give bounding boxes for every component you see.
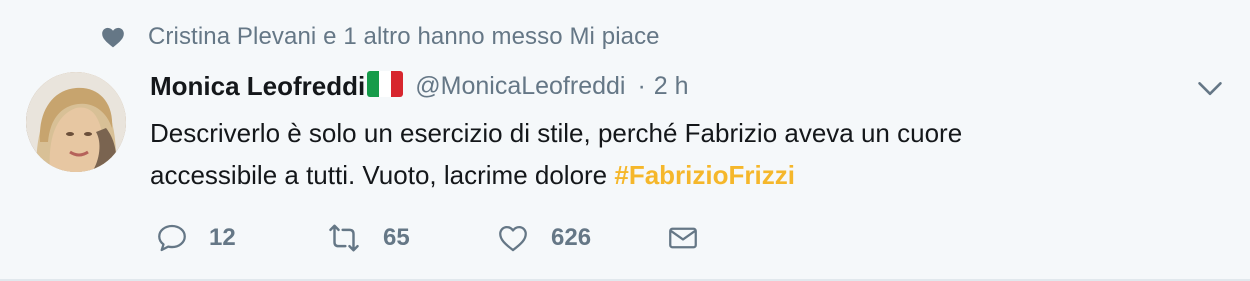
like-count: 626 bbox=[551, 224, 592, 251]
tweet-text-line-2: accessibile a tutti. Vuoto, lacrime dolo… bbox=[150, 154, 1190, 196]
social-context: Cristina Plevani e 1 altro hanno messo M… bbox=[100, 20, 660, 54]
italy-flag-icon bbox=[367, 71, 404, 97]
reply-button[interactable]: 12 bbox=[155, 221, 325, 255]
like-button[interactable]: 626 bbox=[495, 221, 665, 255]
envelope-icon bbox=[669, 227, 697, 249]
social-context-text[interactable]: Cristina Plevani e 1 altro hanno messo M… bbox=[148, 23, 660, 51]
avatar-image bbox=[26, 72, 126, 172]
chevron-down-icon[interactable] bbox=[1196, 74, 1224, 102]
tweet-text-line-2-body: accessibile a tutti. Vuoto, lacrime dolo… bbox=[150, 160, 615, 190]
tweet-time[interactable]: 2 h bbox=[654, 72, 689, 101]
separator-dot: · bbox=[637, 71, 646, 100]
tweet-actions: 12 65 626 bbox=[155, 216, 701, 260]
tweet-header: Monica Leofreddi @MonicaLeofreddi · 2 h bbox=[150, 66, 689, 106]
tweet-text-line-1: Descriverlo è solo un esercizio di stile… bbox=[150, 118, 963, 148]
reply-count: 12 bbox=[209, 224, 236, 251]
retweet-icon bbox=[329, 224, 359, 252]
hashtag-link[interactable]: #FabrizioFrizzi bbox=[614, 160, 795, 190]
tweet-card[interactable]: Cristina Plevani e 1 altro hanno messo M… bbox=[0, 0, 1250, 281]
retweet-button[interactable]: 65 bbox=[325, 221, 495, 255]
avatar[interactable] bbox=[26, 72, 126, 172]
author-name[interactable]: Monica Leofreddi bbox=[150, 71, 365, 102]
heart-icon bbox=[102, 27, 124, 48]
tweet-text: Descriverlo è solo un esercizio di stile… bbox=[150, 112, 1190, 196]
direct-message-button[interactable] bbox=[665, 221, 701, 255]
retweet-count: 65 bbox=[383, 224, 410, 251]
reply-icon bbox=[158, 224, 186, 252]
author-handle[interactable]: @MonicaLeofreddi bbox=[415, 72, 625, 101]
heart-outline-icon bbox=[499, 225, 527, 252]
